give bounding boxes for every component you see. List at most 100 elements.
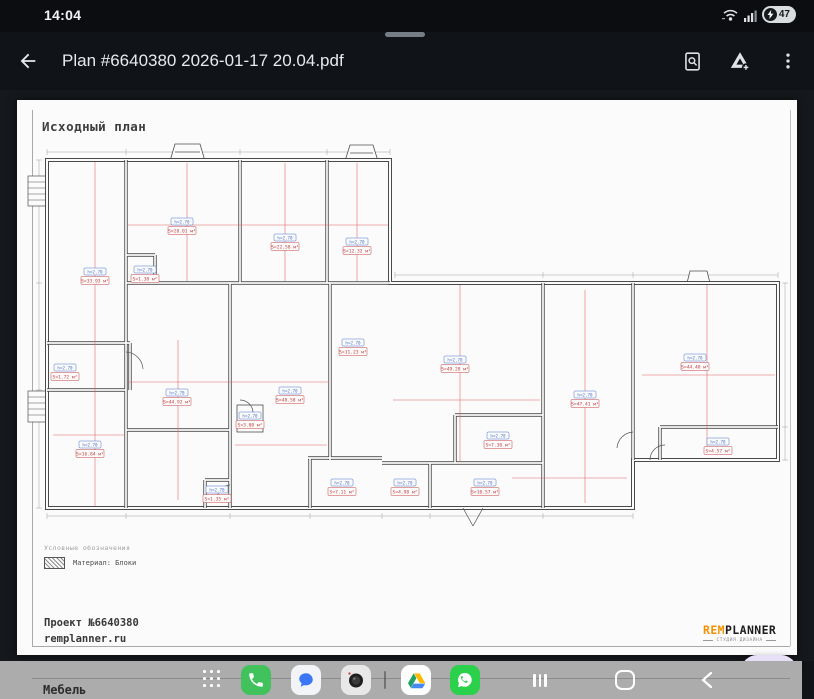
app-drawer-button[interactable] bbox=[203, 670, 221, 688]
svg-text:S=3.00 м²: S=3.00 м² bbox=[238, 423, 263, 429]
svg-text:h=2.70: h=2.70 bbox=[334, 481, 350, 486]
svg-text:h=2.70: h=2.70 bbox=[477, 481, 493, 486]
room-label: h=2.70 S=48.58 м² bbox=[275, 386, 305, 404]
room-label: h=2.70 S=7.30 м² bbox=[483, 431, 513, 449]
room-label: h=2.70 S=22.58 м² bbox=[270, 233, 300, 251]
svg-text:h=2.70: h=2.70 bbox=[277, 236, 293, 241]
svg-text:S=4.98 м²: S=4.98 м² bbox=[393, 490, 418, 496]
svg-text:S=44.92 м²: S=44.92 м² bbox=[163, 400, 191, 406]
room-label: h=2.70 S=7.11 м² bbox=[327, 478, 357, 496]
next-page-title: Мебель bbox=[43, 683, 87, 697]
battery-indicator: 47 bbox=[761, 6, 796, 23]
whatsapp-app-icon[interactable] bbox=[450, 665, 480, 695]
svg-text:h=2.70: h=2.70 bbox=[349, 240, 365, 245]
svg-text:S=28.01 м²: S=28.01 м² bbox=[168, 229, 196, 235]
overflow-menu-button[interactable] bbox=[768, 41, 808, 81]
logo-subtitle: СТУДИЯ ДИЗАЙНА bbox=[716, 638, 763, 643]
pdf-viewer-canvas[interactable]: Исходный план h=2.70 S=28.01 м² h=2.70 S… bbox=[0, 90, 814, 699]
svg-text:S=11.23 м²: S=11.23 м² bbox=[339, 350, 367, 356]
svg-text:h=2.70: h=2.70 bbox=[57, 366, 73, 371]
document-title: Plan #6640380 2026-01-17 20.04.pdf bbox=[62, 51, 344, 70]
svg-text:h=2.70: h=2.70 bbox=[397, 481, 413, 486]
clock: 14:04 bbox=[44, 7, 82, 23]
svg-text:S=48.58 м²: S=48.58 м² bbox=[276, 398, 304, 404]
find-in-page-icon bbox=[684, 51, 700, 71]
add-to-drive-button[interactable] bbox=[720, 41, 760, 81]
phone-app-icon[interactable] bbox=[241, 665, 271, 695]
svg-text:h=2.70: h=2.70 bbox=[209, 488, 225, 493]
svg-text:h=2.70: h=2.70 bbox=[345, 341, 361, 346]
taskbar: Мебель bbox=[0, 661, 802, 699]
svg-text:S=49.28 м²: S=49.28 м² bbox=[441, 367, 469, 373]
svg-text:S=22.58 м²: S=22.58 м² bbox=[271, 245, 299, 251]
screen: 14:04 47 Plan #6640380 2026-01-17 20.04.… bbox=[0, 0, 814, 699]
svg-text:S=7.30 м²: S=7.30 м² bbox=[486, 443, 511, 449]
svg-text:h=2.70: h=2.70 bbox=[169, 391, 185, 396]
app-bar: Plan #6640380 2026-01-17 20.04.pdf bbox=[0, 32, 814, 90]
logo-planner: PLANNER bbox=[724, 623, 777, 637]
svg-text:h=2.70: h=2.70 bbox=[710, 440, 726, 445]
legend-title: Условные обозначения bbox=[44, 544, 131, 552]
svg-text:h=2.70: h=2.70 bbox=[82, 443, 98, 448]
camera-app-icon[interactable] bbox=[341, 665, 371, 695]
room-label: h=2.70 S=44.92 м² bbox=[162, 388, 192, 406]
find-in-file-button[interactable] bbox=[672, 41, 712, 81]
svg-text:S=33.93 м²: S=33.93 м² bbox=[81, 279, 109, 285]
material-swatch bbox=[44, 557, 65, 569]
appbar-actions bbox=[672, 41, 808, 81]
status-icons: 47 bbox=[721, 6, 796, 23]
legend-row: Материал: Блоки bbox=[44, 557, 136, 569]
room-label: h=2.70 S=28.01 м² bbox=[167, 217, 197, 235]
stair-symbols bbox=[27, 175, 48, 423]
room-label: h=2.70 S=10.57 м² bbox=[470, 478, 500, 496]
room-label: h=2.70 S=47.41 м² bbox=[570, 390, 600, 408]
more-vert-icon bbox=[786, 53, 790, 69]
walls bbox=[45, 158, 780, 510]
svg-text:S=1.38 м²: S=1.38 м² bbox=[133, 277, 158, 283]
room-label: h=2.70 S=1.35 м² bbox=[202, 485, 232, 503]
window-symbols bbox=[169, 143, 711, 284]
wifi-icon bbox=[721, 9, 738, 21]
logo-rem: REM bbox=[703, 623, 725, 637]
battery-percent: 47 bbox=[778, 9, 790, 20]
svg-text:S=7.11 м²: S=7.11 м² bbox=[330, 490, 355, 496]
red-dimension-lines bbox=[53, 162, 775, 506]
floor-plan-drawing: h=2.70 S=28.01 м² h=2.70 S=22.58 м² h=2.70 S=… bbox=[27, 143, 788, 527]
taskbar-divider bbox=[384, 671, 386, 689]
svg-text:h=2.70: h=2.70 bbox=[282, 389, 298, 394]
home-button[interactable] bbox=[613, 669, 637, 691]
site-url: remplanner.ru bbox=[44, 633, 127, 645]
room-label: h=2.70 S=3.00 м² bbox=[235, 411, 265, 429]
drive-add-icon bbox=[730, 52, 750, 72]
svg-text:h=2.70: h=2.70 bbox=[174, 220, 190, 225]
svg-text:S=44.40 м²: S=44.40 м² bbox=[681, 365, 709, 371]
svg-text:h=2.70: h=2.70 bbox=[577, 393, 593, 398]
svg-text:S=47.41 м²: S=47.41 м² bbox=[571, 402, 599, 408]
room-label: h=2.70 S=44.40 м² bbox=[680, 353, 710, 371]
drive-app-icon[interactable] bbox=[401, 665, 431, 695]
home-icon bbox=[615, 670, 635, 690]
room-label: h=2.70 S=12.32 м² bbox=[342, 237, 372, 255]
back-nav-button[interactable] bbox=[695, 669, 719, 691]
back-button[interactable] bbox=[8, 41, 48, 81]
svg-text:S=16.84 м²: S=16.84 м² bbox=[76, 452, 104, 458]
recents-button[interactable] bbox=[528, 669, 552, 691]
svg-text:S=12.32 м²: S=12.32 м² bbox=[343, 249, 371, 255]
room-label: h=2.70 S=1.38 м² bbox=[130, 265, 160, 283]
room-label: h=2.70 S=49.28 м² bbox=[440, 355, 470, 373]
svg-text:h=2.70: h=2.70 bbox=[87, 270, 103, 275]
project-number: Проект №6640380 bbox=[44, 617, 139, 629]
charging-icon bbox=[763, 8, 777, 21]
room-label: h=2.70 S=4.57 м² bbox=[703, 437, 733, 455]
drag-handle[interactable] bbox=[385, 32, 425, 37]
svg-text:h=2.70: h=2.70 bbox=[447, 358, 463, 363]
messages-app-icon[interactable] bbox=[291, 665, 321, 695]
svg-text:S=1.35 м²: S=1.35 м² bbox=[205, 497, 230, 503]
room-label: h=2.70 S=1.72 м² bbox=[50, 363, 80, 381]
cell-signal-icon bbox=[743, 10, 757, 22]
room-label: h=2.70 S=33.93 м² bbox=[80, 267, 110, 285]
pdf-page-1[interactable]: Исходный план h=2.70 S=28.01 м² h=2.70 S… bbox=[17, 100, 797, 655]
room-label: h=2.70 S=16.84 м² bbox=[75, 440, 105, 458]
back-arrow-icon bbox=[20, 53, 36, 69]
svg-text:S=1.72 м²: S=1.72 м² bbox=[53, 375, 78, 381]
